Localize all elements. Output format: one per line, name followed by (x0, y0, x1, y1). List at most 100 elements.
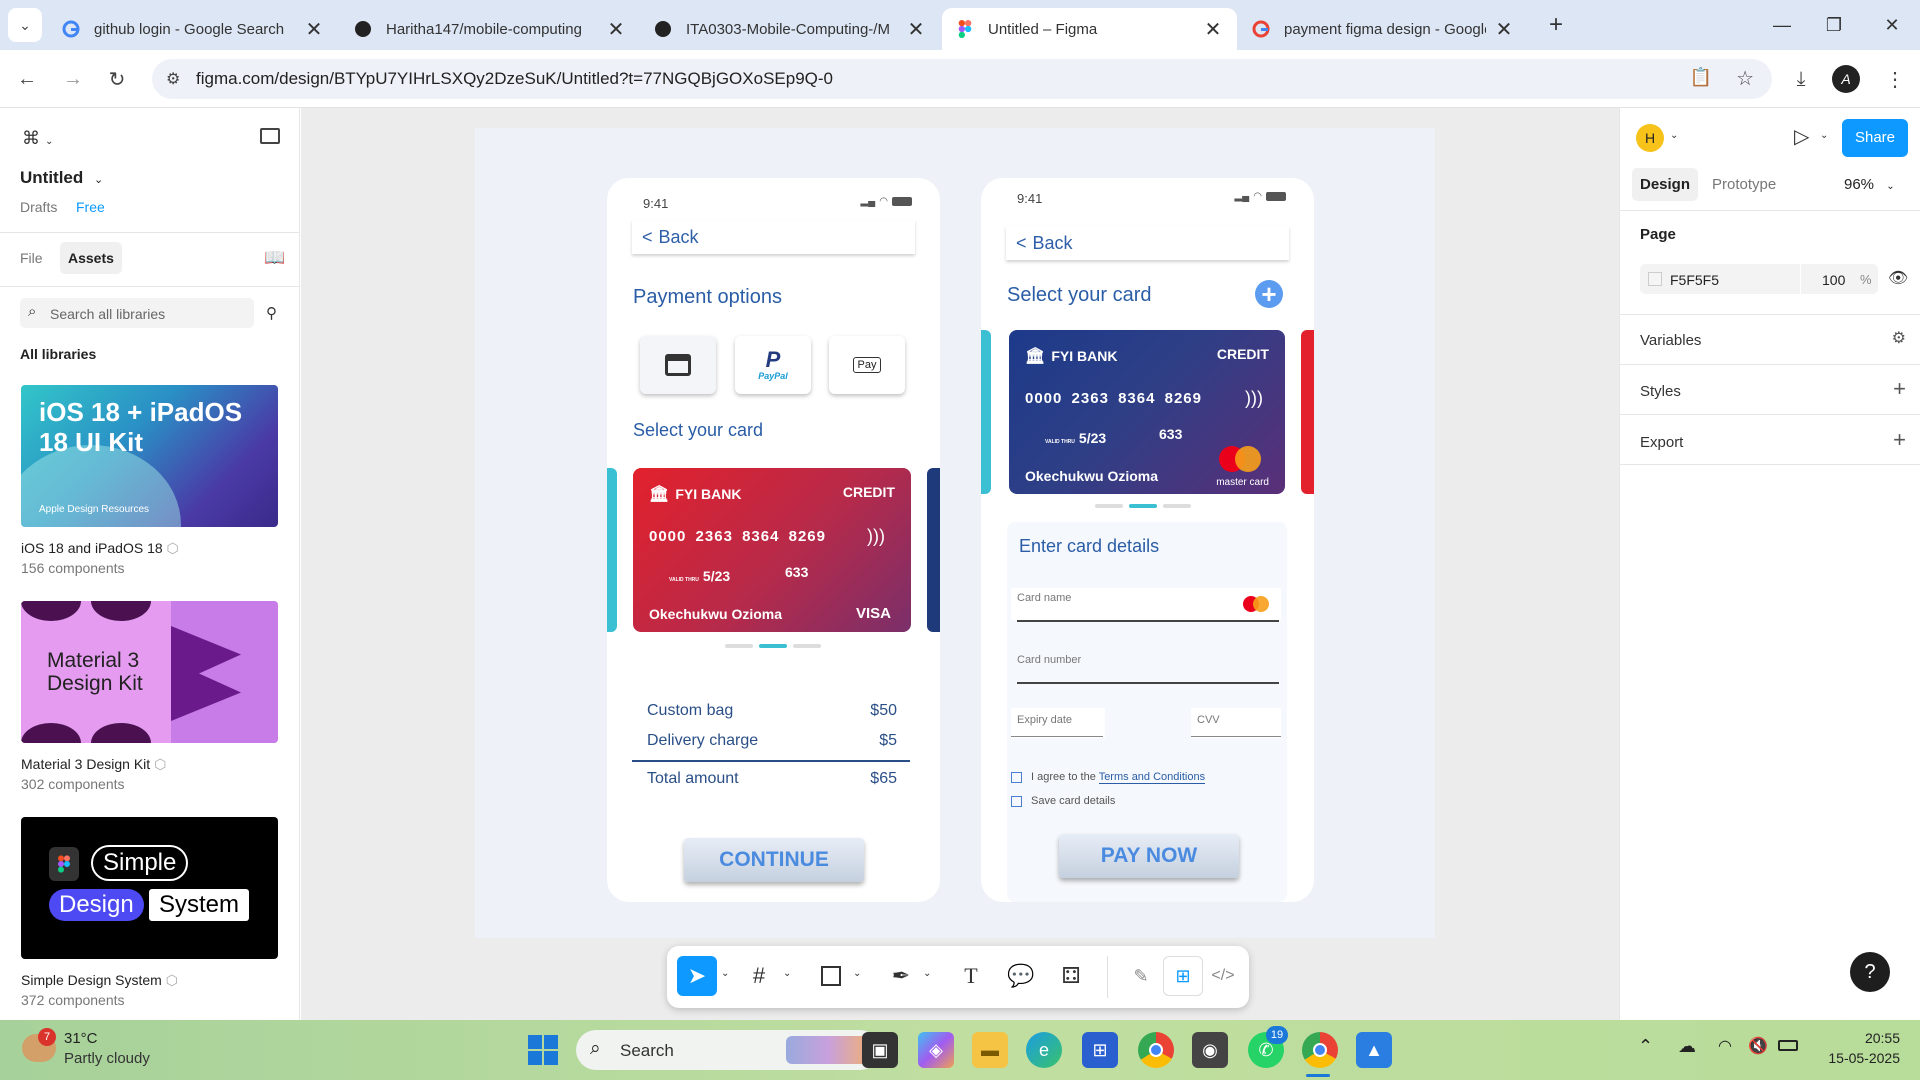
text-tool-icon[interactable]: T (951, 956, 991, 996)
figma-canvas[interactable]: 9:41 ▂▄ ◠ < Back Payment options P PayPal … (301, 108, 1619, 1020)
clock-date[interactable]: 15-05-2025 (1818, 1050, 1900, 1066)
library-title[interactable]: Simple Design System ⬡ (21, 972, 178, 989)
store-icon[interactable]: ⊞ (1082, 1032, 1118, 1068)
design-mode-icon[interactable]: ⊞ (1163, 956, 1203, 996)
tab-prototype[interactable]: Prototype (1712, 176, 1776, 193)
windows-start-icon[interactable] (526, 1033, 560, 1067)
paypal-option-button[interactable]: P PayPal (735, 336, 811, 394)
close-icon[interactable]: ✕ (304, 17, 324, 42)
onedrive-cloud-icon[interactable]: ☁ (1678, 1036, 1696, 1057)
zoom-level[interactable]: 96% ⌄ (1844, 176, 1895, 193)
next-card-peek[interactable] (927, 468, 940, 632)
browser-tab[interactable]: ITA0303-Mobile-Computing-/M ✕ (640, 8, 940, 50)
close-icon[interactable]: ✕ (1203, 17, 1223, 42)
drafts-label[interactable]: Drafts (20, 199, 57, 215)
volume-muted-icon[interactable]: 🔇 (1748, 1036, 1768, 1056)
more-menu-icon[interactable]: ⋮ (1878, 62, 1912, 96)
page-color-value[interactable]: F5F5F5 (1670, 272, 1719, 288)
comment-tool-icon[interactable]: 💬 (1001, 956, 1041, 996)
actions-tool-icon[interactable]: ⚃ (1051, 956, 1091, 996)
battery-icon[interactable] (1778, 1040, 1798, 1051)
library-title[interactable]: Material 3 Design Kit ⬡ (21, 756, 166, 773)
browser-tab[interactable]: github login - Google Search ✕ (48, 8, 338, 50)
photos-icon[interactable]: ▲ (1356, 1032, 1392, 1068)
wifi-icon[interactable]: ◠ (1718, 1036, 1732, 1056)
close-icon[interactable]: ✕ (606, 17, 626, 42)
clipboard-icon[interactable]: 📋 (1690, 67, 1712, 88)
rectangle-tool-icon[interactable] (811, 956, 851, 996)
browser-tab-active[interactable]: Untitled – Figma ✕ (942, 8, 1237, 50)
chevron-down-icon[interactable]: ⌄ (783, 968, 791, 979)
dev-mode-icon[interactable]: </> (1203, 956, 1243, 996)
pay-now-button[interactable]: PAY NOW (1059, 834, 1239, 878)
close-window-button[interactable]: ✕ (1872, 8, 1912, 42)
clock-time[interactable]: 20:55 (1840, 1030, 1900, 1046)
chevron-down-icon[interactable]: ⌄ (1820, 130, 1828, 141)
browser-tab[interactable]: payment figma design - Google ✕ (1238, 8, 1528, 50)
profile-avatar[interactable]: A (1832, 65, 1860, 93)
restore-button[interactable]: ❐ (1814, 8, 1854, 42)
taskbar-search[interactable]: ⌕ Search (576, 1030, 880, 1070)
add-card-icon[interactable]: + (1255, 280, 1283, 308)
user-avatar[interactable]: H (1636, 124, 1664, 152)
help-button[interactable]: ? (1850, 952, 1890, 992)
save-card-checkbox[interactable] (1011, 796, 1022, 807)
new-tab-button[interactable]: + (1536, 8, 1576, 42)
frame-tool-icon[interactable]: # (739, 956, 779, 996)
draw-mode-icon[interactable]: ✎ (1121, 956, 1161, 996)
library-thumbnail-simple[interactable]: Simple Design System (21, 817, 278, 959)
chevron-down-icon[interactable]: ⌄ (923, 968, 931, 979)
tab-search-button[interactable]: ⌄ (8, 8, 42, 42)
tab-design[interactable]: Design (1632, 168, 1699, 201)
color-swatch[interactable] (1648, 272, 1662, 286)
add-style-plus-icon[interactable]: + (1893, 376, 1906, 402)
camera-icon[interactable]: ◉ (1192, 1032, 1228, 1068)
card-option-button[interactable] (640, 336, 716, 394)
pen-tool-icon[interactable]: ✒ (881, 956, 921, 996)
close-icon[interactable]: ✕ (906, 17, 926, 42)
library-title[interactable]: iOS 18 and iPadOS 18 ⬡ (21, 540, 179, 557)
chevron-down-icon[interactable]: ⌄ (721, 968, 729, 979)
back-button[interactable]: < Back (632, 220, 915, 254)
browser-tab[interactable]: Haritha147/mobile-computing ✕ (340, 8, 640, 50)
filter-icon[interactable]: ⚲ (266, 304, 277, 322)
chevron-down-icon[interactable]: ⌄ (1670, 130, 1678, 141)
move-tool-icon[interactable]: ➤ (677, 956, 717, 996)
phone-screen-select-card[interactable]: 9:41 ▂▄ ◠ < Back Select your card + 🏛 FYI B… (981, 178, 1314, 902)
site-info-icon[interactable]: ⚙ (166, 69, 180, 89)
terms-checkbox[interactable] (1011, 772, 1022, 783)
terms-link[interactable]: Terms and Conditions (1098, 771, 1206, 784)
file-explorer-icon[interactable]: ▬ (972, 1032, 1008, 1068)
design-frame[interactable]: 9:41 ▂▄ ◠ < Back Payment options P PayPal … (475, 128, 1435, 938)
temperature[interactable]: 31°C (64, 1030, 98, 1047)
back-icon[interactable]: ← (10, 62, 44, 96)
library-book-icon[interactable]: 📖 (264, 248, 285, 268)
applepay-option-button[interactable]: Pay (829, 336, 905, 394)
variables-settings-icon[interactable]: ⚙ (1892, 328, 1906, 348)
copilot-icon[interactable]: ◈ (918, 1032, 954, 1068)
prev-card-peek[interactable] (607, 468, 617, 632)
prev-card-peek[interactable] (981, 330, 991, 494)
minimize-button[interactable]: — (1762, 8, 1802, 42)
bookmark-star-icon[interactable]: ☆ (1736, 66, 1754, 91)
next-card-peek[interactable] (1301, 330, 1314, 494)
task-view-icon[interactable]: ▣ (862, 1032, 898, 1068)
toggle-sidebar-icon[interactable] (260, 128, 280, 144)
chrome-icon[interactable] (1138, 1032, 1174, 1068)
share-button[interactable]: Share (1842, 119, 1908, 157)
address-bar[interactable]: ⚙ figma.com/design/BTYpU7YIHrLSXQy2DzeSu… (152, 59, 1772, 99)
add-export-plus-icon[interactable]: + (1893, 427, 1906, 453)
forward-icon[interactable]: → (56, 62, 90, 96)
close-icon[interactable]: ✕ (1494, 17, 1514, 42)
download-icon[interactable]: ⤓ (1784, 62, 1818, 96)
phone-screen-payment-options[interactable]: 9:41 ▂▄ ◠ < Back Payment options P PayPal … (607, 178, 940, 902)
page-fill-field[interactable]: F5F5F5 100 % (1640, 264, 1878, 294)
search-input[interactable]: ⌕ Search all libraries (20, 298, 254, 328)
credit-card-blue[interactable]: 🏛 FYI BANK CREDIT 0000 2363 8364 8269 )))… (1009, 330, 1285, 494)
library-thumbnail-ios[interactable]: iOS 18 + iPadOS 18 UI Kit Apple Design R… (21, 385, 278, 527)
eye-icon[interactable]: 👁 (1888, 268, 1908, 288)
back-button[interactable]: < Back (1006, 226, 1289, 260)
tab-file[interactable]: File (20, 250, 43, 266)
present-play-icon[interactable]: ▷ (1794, 124, 1809, 149)
page-opacity-value[interactable]: 100 (1822, 272, 1845, 288)
